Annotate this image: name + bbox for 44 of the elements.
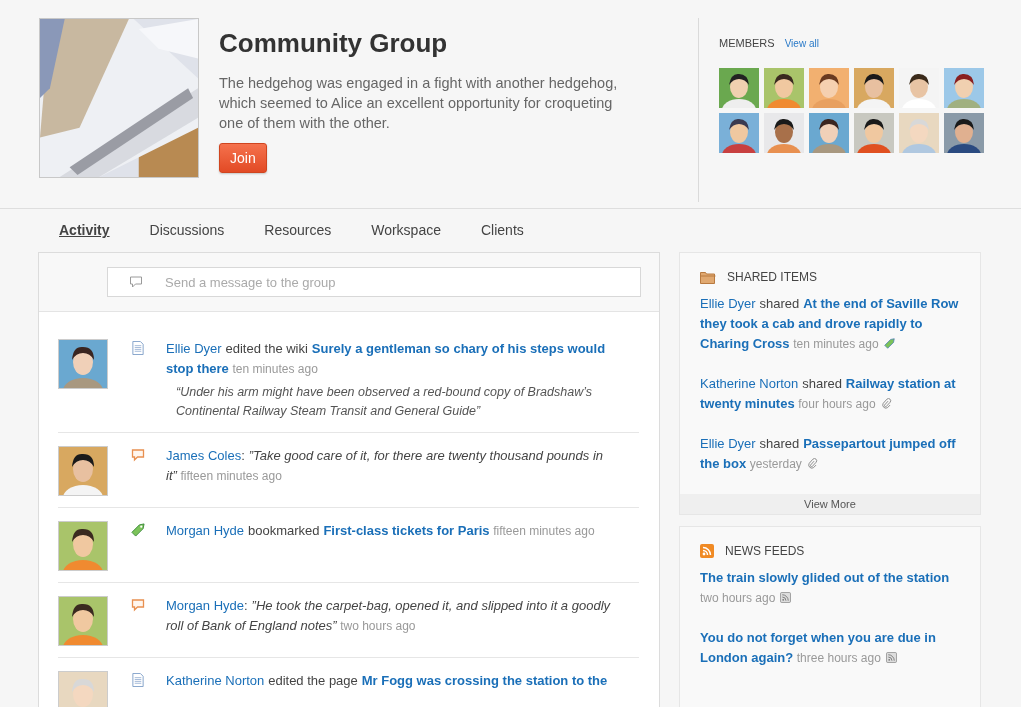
tab[interactable]: Workspace [371,222,441,252]
tab[interactable]: Clients [481,222,524,252]
speech-bubble-icon [129,275,143,289]
member-link[interactable]: Katherine Norton [166,673,265,688]
group-title: Community Group [219,28,449,59]
member-link[interactable]: Morgan Hyde [166,523,245,538]
folder-icon [700,270,716,284]
tab[interactable]: Resources [264,222,332,252]
document-icon [131,673,145,687]
shared-item-text: Katherine Norton shared Railway station at twenty minutes four hours ago [700,375,957,413]
view-more-button[interactable]: View More [680,494,980,514]
news-item-text: You do not forget when you are due in London again? three hours ago [700,629,937,667]
activity-text: Morgan Hyde bookmarked First-class tickets for Paris fifteen minutes ago [166,522,596,540]
join-button[interactable]: Join [219,143,267,173]
paperclip-icon [806,458,818,469]
card-heading: NEWS FEEDS [725,544,805,558]
view-all-link[interactable]: View all [784,38,819,49]
card-heading: SHARED ITEMS [727,270,817,284]
tab[interactable]: Activity [59,222,110,252]
activity-text: Ellie Dyer edited the wiki Surely a gentleman so chary of his steps would stop there ten minutes ago [166,340,607,378]
speech-bubble-icon [131,598,145,612]
members-heading: MEMBERS [719,37,775,49]
activity-text: Katherine Norton edited the page Mr Fogg was crossing the station to the [166,672,609,690]
activity-text: James Coles: ”Take good care of it, for there are twenty thousand pounds in it” fifteen minutes ago [166,447,604,485]
news-item-text: The train slowly glided out of the station two hours ago [700,569,951,607]
tag-icon [883,338,895,349]
tag-icon [131,523,145,537]
rss-icon [780,592,792,603]
shared-item-text: Ellie Dyer shared At the end of Saville Row they took a cab and drove rapidly to Charing Cross ten minutes ago [700,295,960,353]
member-link[interactable]: Ellie Dyer [700,296,756,311]
shared-item-text: Ellie Dyer shared Passepartout jumped off the box yesterday [700,435,957,473]
speech-bubble-icon [131,448,145,462]
message-field[interactable]: Send a message to the group [107,267,641,297]
tab[interactable]: Discussions [149,222,225,252]
rss-icon [885,652,897,663]
rss-icon [700,544,714,558]
member-link[interactable]: Katherine Norton [700,376,799,391]
document-icon [131,341,145,355]
activity-text: Morgan Hyde: ”He took the carpet-bag, opened it, and slipped into it a goodly roll of Bank of England notes” two hours ago [166,597,612,635]
quote-text: “Under his arm might have been observed a red-bound copy of Bradshaw’s Continental Railway Steam Transit and General Guide” [176,384,593,420]
group-description: The hedgehog was engaged in a fight with another hedgehog, which seemed to Alice an excellent opportunity for croqueting one of them with the other. [219,74,619,133]
member-link[interactable]: Ellie Dyer [700,436,756,451]
paperclip-icon [880,398,892,409]
member-link[interactable]: Ellie Dyer [166,341,222,356]
